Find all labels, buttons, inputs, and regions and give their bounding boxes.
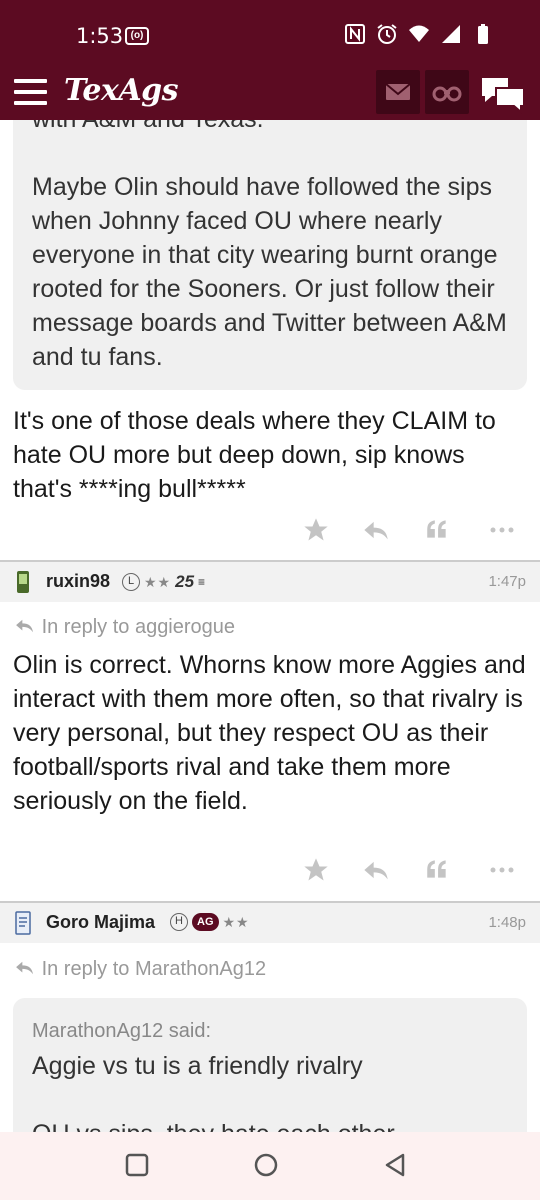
chat-icon[interactable] bbox=[480, 74, 526, 115]
system-nav-bar bbox=[0, 1132, 540, 1200]
more-icon[interactable] bbox=[488, 516, 518, 546]
battery-icon bbox=[472, 23, 494, 45]
star-icon[interactable] bbox=[302, 516, 332, 546]
status-bar: 1:53 (o) bbox=[0, 0, 540, 68]
recents-icon[interactable] bbox=[124, 1152, 150, 1178]
reply-arrow-icon bbox=[14, 959, 36, 975]
post-actions bbox=[0, 856, 540, 896]
avatar[interactable] bbox=[14, 911, 32, 935]
menu-icon[interactable] bbox=[14, 79, 47, 107]
post-body: It's one of those deals where they CLAIM… bbox=[13, 407, 496, 503]
quote-line: Aggie vs tu is a friendly rivalry bbox=[32, 1052, 363, 1080]
quote-icon[interactable] bbox=[424, 856, 454, 886]
status-icons bbox=[344, 23, 494, 45]
reply-to-link[interactable]: In reply to aggierogue bbox=[14, 616, 235, 639]
quote-paragraph: Maybe Olin should have followed the sips… bbox=[32, 173, 507, 371]
site-logo[interactable]: TexAgs bbox=[64, 73, 179, 108]
quoted-post: with A&M and Texas. Maybe Olin should ha… bbox=[13, 120, 527, 390]
star-icon[interactable] bbox=[302, 856, 332, 886]
signal-icon bbox=[440, 23, 462, 45]
quoted-post: MarathonAg12 said: Aggie vs tu is a frie… bbox=[13, 998, 527, 1132]
ag-badge: AG bbox=[192, 913, 219, 931]
post-header: Goro Majima H AG ★★ 1:48p bbox=[0, 903, 540, 943]
cast-icon: (o) bbox=[125, 27, 149, 45]
stars-badge: ★★ bbox=[144, 573, 172, 590]
reply-to-link[interactable]: In reply to MarathonAg12 bbox=[14, 958, 266, 981]
user-badges: L ★★ 25 ≡ bbox=[122, 572, 206, 592]
user-badges: H AG ★★ bbox=[170, 913, 250, 931]
home-icon[interactable] bbox=[253, 1152, 279, 1178]
wifi-icon bbox=[408, 23, 430, 45]
mail-icon bbox=[385, 83, 411, 100]
thread-content: with A&M and Texas. Maybe Olin should ha… bbox=[0, 120, 540, 1132]
post-actions bbox=[0, 516, 540, 556]
years-badge: 25 bbox=[175, 572, 195, 591]
reply-to-text: In reply to aggierogue bbox=[41, 616, 236, 638]
binoculars-icon bbox=[432, 86, 462, 102]
post-body: Olin is correct. Whorns know more Aggies… bbox=[13, 651, 526, 815]
lifetime-badge: L bbox=[122, 573, 140, 591]
alarm-icon bbox=[376, 23, 398, 45]
mail-button[interactable] bbox=[376, 70, 420, 114]
status-time: 1:53 bbox=[76, 24, 124, 48]
back-icon[interactable] bbox=[382, 1152, 408, 1178]
quote-icon[interactable] bbox=[424, 516, 454, 546]
post-time: 1:47p bbox=[488, 573, 526, 590]
quote-author: MarathonAg12 said: bbox=[32, 1020, 212, 1042]
nfc-icon bbox=[344, 23, 366, 45]
stars-badge: ★★ bbox=[222, 913, 250, 930]
avatar[interactable] bbox=[14, 570, 32, 594]
binoculars-button[interactable] bbox=[425, 70, 469, 114]
h-badge: H bbox=[170, 913, 188, 931]
post-time: 1:48p bbox=[488, 914, 526, 931]
years-stripes-icon: ≡ bbox=[198, 575, 207, 589]
app-navbar: TexAgs bbox=[0, 68, 540, 120]
quote-line: OU vs sips, they hate each other bbox=[32, 1117, 508, 1132]
reply-icon[interactable] bbox=[362, 516, 392, 546]
reply-to-text: In reply to MarathonAg12 bbox=[41, 958, 267, 980]
more-icon[interactable] bbox=[488, 856, 518, 886]
reply-arrow-icon bbox=[14, 617, 36, 633]
username[interactable]: ruxin98 bbox=[46, 571, 110, 592]
username[interactable]: Goro Majima bbox=[46, 912, 155, 933]
reply-icon[interactable] bbox=[362, 856, 392, 886]
post-header: ruxin98 L ★★ 25 ≡ 1:47p bbox=[0, 562, 540, 602]
quote-clip: with A&M and Texas. bbox=[32, 120, 508, 136]
